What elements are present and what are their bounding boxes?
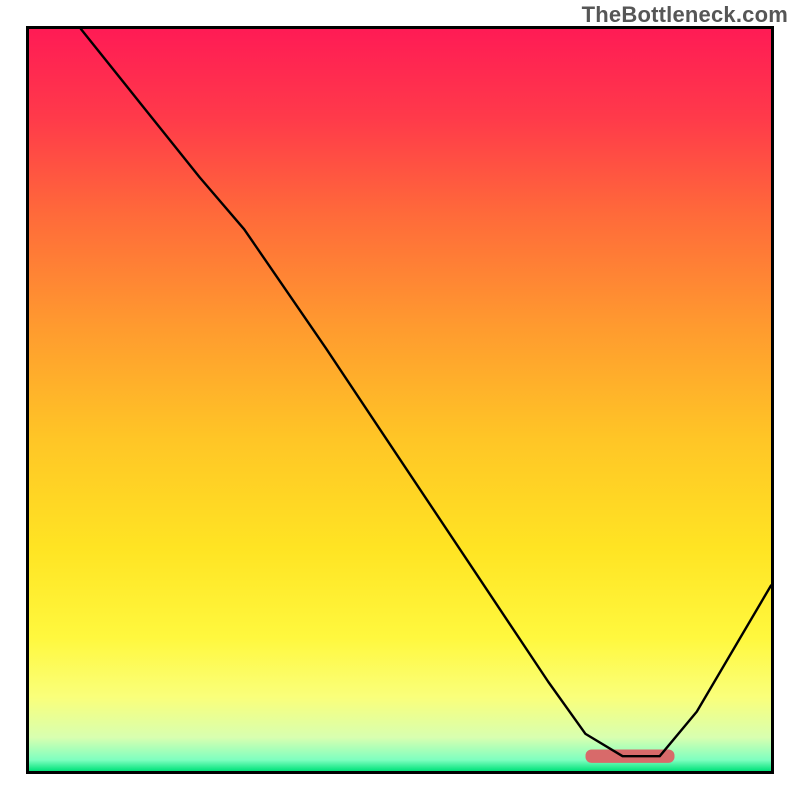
watermark-text: TheBottleneck.com [582, 2, 788, 28]
plot-frame [26, 26, 774, 774]
gradient-background [29, 29, 771, 771]
bottleneck-chart [29, 29, 771, 771]
